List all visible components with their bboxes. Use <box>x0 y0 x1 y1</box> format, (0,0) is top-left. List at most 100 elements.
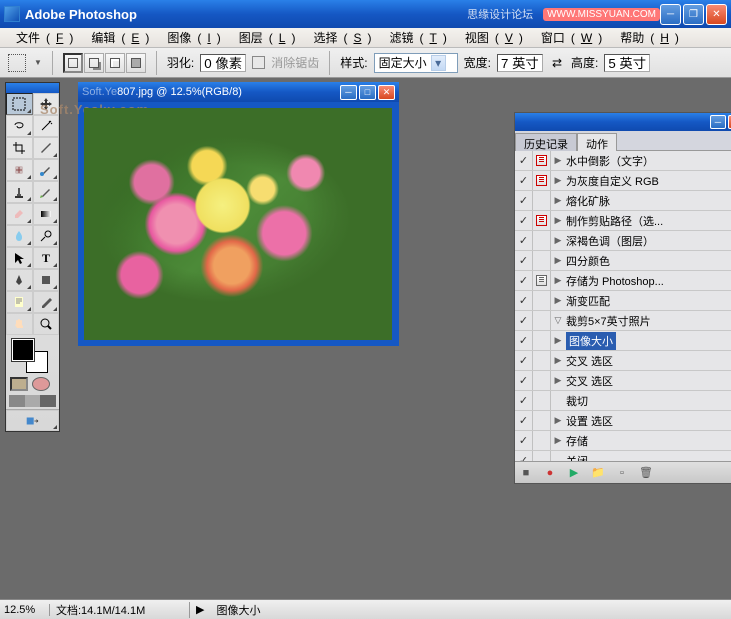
dialog-toggle[interactable] <box>533 431 551 450</box>
marquee-tool[interactable] <box>6 93 33 115</box>
action-row[interactable]: ✓▶为灰度自定义 RGB <box>515 171 731 191</box>
menu-view[interactable]: 视图(V) <box>453 27 529 48</box>
zoom-level[interactable]: 12.5% <box>0 604 50 616</box>
dialog-toggle[interactable] <box>533 331 551 350</box>
toggle-checkbox[interactable]: ✓ <box>515 211 533 230</box>
dialog-toggle[interactable] <box>533 191 551 210</box>
dodge-tool[interactable] <box>33 225 60 247</box>
history-brush-tool[interactable] <box>33 181 60 203</box>
selection-subtract-button[interactable] <box>105 53 125 73</box>
menu-select[interactable]: 选择(S) <box>301 27 377 48</box>
disclosure-icon[interactable]: ▶ <box>553 255 563 266</box>
action-row[interactable]: ✓▶设置 选区 <box>515 411 731 431</box>
dialog-toggle[interactable] <box>533 311 551 330</box>
action-row[interactable]: ✓▶存储为 Photoshop... <box>515 271 731 291</box>
selection-intersect-button[interactable] <box>126 53 146 73</box>
action-row[interactable]: ✓▶熔化矿脉 <box>515 191 731 211</box>
toggle-checkbox[interactable]: ✓ <box>515 331 533 350</box>
action-row[interactable]: ✓▶深褐色调（图层） <box>515 231 731 251</box>
toggle-checkbox[interactable]: ✓ <box>515 231 533 250</box>
tab-actions[interactable]: 动作 <box>577 133 617 151</box>
disclosure-icon[interactable]: ▶ <box>553 375 563 386</box>
record-button[interactable]: ● <box>543 466 557 480</box>
disclosure-icon[interactable]: ▶ <box>553 355 563 366</box>
tab-history[interactable]: 历史记录 <box>515 133 577 151</box>
dialog-toggle[interactable] <box>533 271 551 290</box>
toggle-checkbox[interactable]: ✓ <box>515 191 533 210</box>
dialog-toggle[interactable] <box>533 411 551 430</box>
style-select[interactable]: 固定大小▾ <box>374 53 458 73</box>
doc-size[interactable]: 文档:14.1M/14.1M <box>50 602 190 618</box>
dialog-toggle[interactable] <box>533 391 551 410</box>
panel-minimize-button[interactable]: ─ <box>710 115 726 129</box>
action-row[interactable]: ✓裁切 <box>515 391 731 411</box>
swap-wh-icon[interactable]: ⇄ <box>549 55 565 71</box>
action-row[interactable]: ✓▶存储 <box>515 431 731 451</box>
screen-mode-full[interactable] <box>40 395 56 407</box>
toggle-checkbox[interactable]: ✓ <box>515 351 533 370</box>
dialog-toggle[interactable] <box>533 211 551 230</box>
menu-layer[interactable]: 图层(L) <box>227 27 302 48</box>
dialog-toggle[interactable] <box>533 151 551 170</box>
menu-help[interactable]: 帮助(H) <box>608 27 685 48</box>
brush-tool[interactable] <box>33 159 60 181</box>
hand-tool[interactable] <box>6 313 33 335</box>
zoom-tool[interactable] <box>33 313 60 335</box>
maximize-button[interactable]: ❐ <box>683 4 704 25</box>
screen-mode-standard[interactable] <box>9 395 25 407</box>
tool-preset-dropdown[interactable]: ▼ <box>34 58 42 67</box>
toggle-checkbox[interactable]: ✓ <box>515 431 533 450</box>
doc-maximize-button[interactable]: □ <box>359 85 376 100</box>
menu-filter[interactable]: 滤镜(T) <box>377 27 452 48</box>
toggle-checkbox[interactable]: ✓ <box>515 151 533 170</box>
toggle-checkbox[interactable]: ✓ <box>515 371 533 390</box>
path-select-tool[interactable] <box>6 247 33 269</box>
marquee-tool-icon[interactable] <box>8 54 26 72</box>
notes-tool[interactable] <box>6 291 33 313</box>
dialog-toggle[interactable] <box>533 451 551 461</box>
lasso-tool[interactable] <box>6 115 33 137</box>
jump-to-imageready[interactable] <box>6 410 59 431</box>
close-button[interactable]: ✕ <box>706 4 727 25</box>
shape-tool[interactable] <box>33 269 60 291</box>
disclosure-icon[interactable]: ▶ <box>553 175 563 186</box>
quickmask-off[interactable] <box>10 377 28 391</box>
gradient-tool[interactable] <box>33 203 60 225</box>
disclosure-icon[interactable]: ▶ <box>553 215 563 226</box>
action-row[interactable]: ✓▶制作剪贴路径（选... <box>515 211 731 231</box>
dialog-toggle[interactable] <box>533 351 551 370</box>
disclosure-icon[interactable]: ▽ <box>553 315 563 326</box>
status-menu-icon[interactable]: ▶ <box>190 603 210 616</box>
toggle-checkbox[interactable]: ✓ <box>515 391 533 410</box>
doc-minimize-button[interactable]: ─ <box>340 85 357 100</box>
menu-image[interactable]: 图像(I) <box>155 27 226 48</box>
toolbox-header[interactable] <box>6 83 59 93</box>
type-tool[interactable]: T <box>33 247 60 269</box>
panel-titlebar[interactable]: ─ ✕ <box>515 113 731 131</box>
new-set-button[interactable]: 📁 <box>591 466 605 480</box>
pen-tool[interactable] <box>6 269 33 291</box>
play-button[interactable]: ▶ <box>567 466 581 480</box>
eraser-tool[interactable] <box>6 203 33 225</box>
toggle-checkbox[interactable]: ✓ <box>515 271 533 290</box>
stop-button[interactable]: ■ <box>519 466 533 480</box>
action-row[interactable]: ✓▶交叉 选区 <box>515 371 731 391</box>
action-row[interactable]: ✓▶四分颜色 <box>515 251 731 271</box>
disclosure-icon[interactable]: ▶ <box>553 295 563 306</box>
quickmask-on[interactable] <box>32 377 50 391</box>
toggle-checkbox[interactable]: ✓ <box>515 451 533 461</box>
toggle-checkbox[interactable]: ✓ <box>515 411 533 430</box>
new-action-button[interactable]: ▫ <box>615 466 629 480</box>
width-input[interactable] <box>497 54 543 72</box>
doc-close-button[interactable]: ✕ <box>378 85 395 100</box>
dialog-toggle[interactable] <box>533 231 551 250</box>
action-row[interactable]: ✓▶水中倒影（文字） <box>515 151 731 171</box>
feather-input[interactable] <box>200 54 246 72</box>
document-titlebar[interactable]: Soft.Ye807.jpg @ 12.5%(RGB/8) ─ □ ✕ <box>78 82 399 102</box>
canvas-image[interactable] <box>84 108 392 340</box>
stamp-tool[interactable] <box>6 181 33 203</box>
wand-tool[interactable] <box>33 115 60 137</box>
action-row[interactable]: ✓▽裁剪5×7英寸照片 <box>515 311 731 331</box>
disclosure-icon[interactable]: ▶ <box>553 195 563 206</box>
eyedropper-tool[interactable] <box>33 291 60 313</box>
